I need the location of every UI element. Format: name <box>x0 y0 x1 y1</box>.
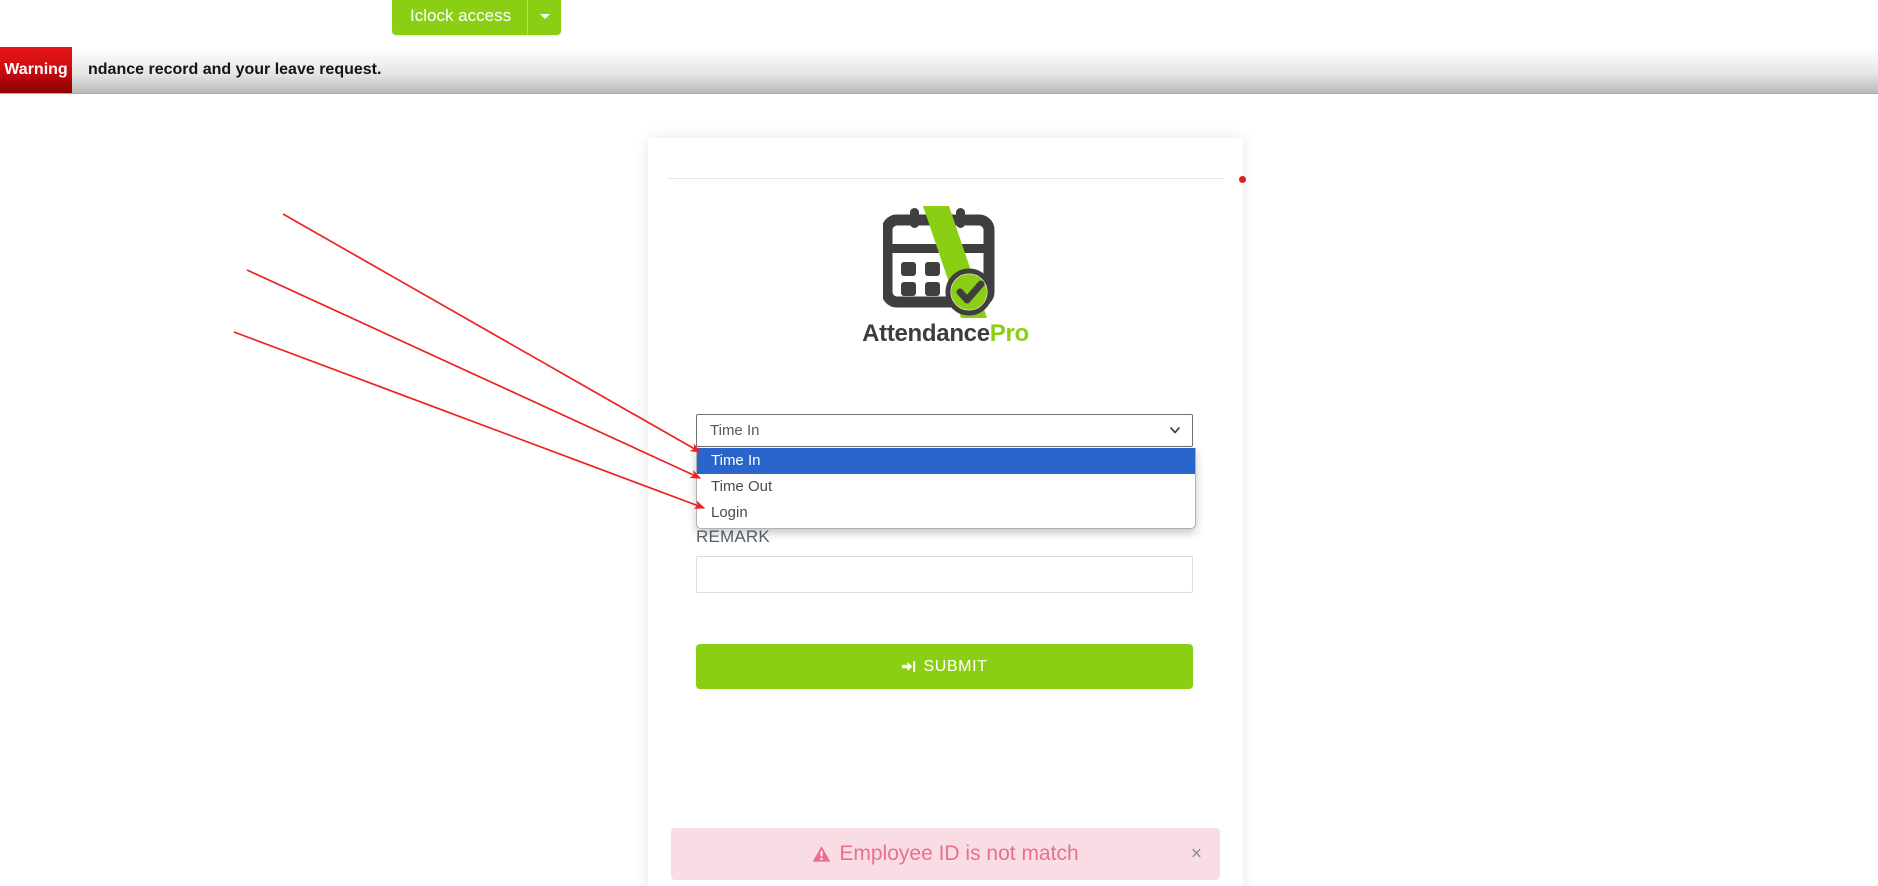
iclock-access-button[interactable]: Iclock access <box>392 0 528 35</box>
remark-input[interactable] <box>696 556 1193 593</box>
close-icon[interactable]: × <box>1191 845 1202 864</box>
warning-triangle-icon <box>813 846 831 862</box>
option-time-in[interactable]: Time In <box>697 448 1195 474</box>
attendance-card: AttendancePro Time In Time In Time Out L… <box>648 138 1243 886</box>
warning-badge: Warning <box>0 47 72 93</box>
error-alert: Employee ID is not match × <box>671 828 1220 880</box>
page-body: AttendancePro Time In Time In Time Out L… <box>0 95 1878 886</box>
attendance-calendar-check-logo <box>883 206 995 318</box>
action-select-options[interactable]: Time In Time Out Login <box>696 448 1196 529</box>
top-bar: Iclock access <box>0 0 1878 47</box>
option-login[interactable]: Login <box>697 500 1195 526</box>
error-alert-message: Employee ID is not match <box>839 842 1079 865</box>
action-select-value: Time In <box>710 422 760 439</box>
chevron-down-icon <box>1169 424 1181 436</box>
annotation-dot <box>1239 176 1246 183</box>
chevron-down-icon[interactable] <box>527 0 562 35</box>
attendance-kiosk-page: Iclock access Warning ndance record and … <box>0 0 1878 886</box>
action-select[interactable]: Time In Time In Time Out Login <box>696 414 1196 529</box>
submit-button-label: SUBMIT <box>923 657 988 675</box>
logo-word-dark: Attendance <box>862 320 990 347</box>
option-time-out[interactable]: Time Out <box>697 474 1195 500</box>
logo-word-accent: Pro <box>989 320 1029 347</box>
attendance-form: Time In Time In Time Out Login REMARK SU… <box>696 414 1196 689</box>
app-logo: AttendancePro <box>648 206 1243 348</box>
remark-label: REMARK <box>696 527 770 546</box>
error-alert-content: Employee ID is not match <box>812 842 1079 866</box>
iclock-access-split-button[interactable]: Iclock access <box>392 0 562 35</box>
sign-in-arrow-icon <box>902 661 916 672</box>
card-divider <box>667 178 1224 179</box>
warning-bar: Warning ndance record and your leave req… <box>0 47 1878 94</box>
logo-wordmark: AttendancePro <box>862 320 1029 348</box>
submit-button[interactable]: SUBMIT <box>696 644 1193 689</box>
warning-message: ndance record and your leave request. <box>88 61 382 78</box>
